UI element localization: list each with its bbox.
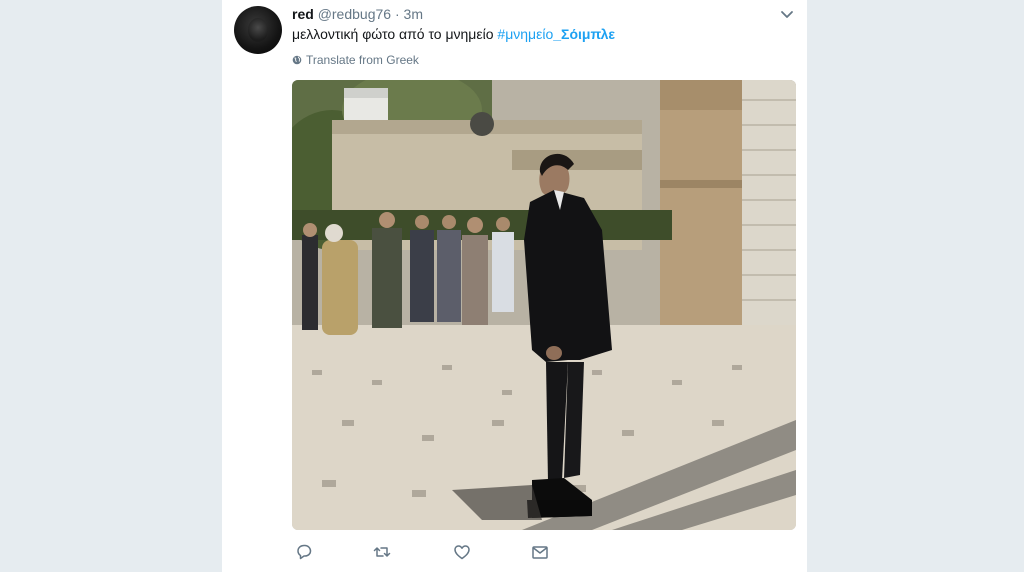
tweet-body: μελλοντική φώτο από το μνημείο xyxy=(292,26,494,42)
reply-icon[interactable] xyxy=(294,542,314,562)
hashtag-link[interactable]: #μνημείο xyxy=(497,26,553,42)
header-separator: · xyxy=(394,6,400,22)
translate-link[interactable]: Translate from Greek xyxy=(292,52,419,68)
tweet-timestamp[interactable]: 3m xyxy=(404,6,423,22)
tweet-text: μελλοντική φώτο από το μνημείο #μνημείο_… xyxy=(292,25,615,43)
chevron-down-icon[interactable] xyxy=(779,6,795,22)
tweet-actions xyxy=(292,542,592,562)
tweet-photo[interactable] xyxy=(292,80,796,530)
translate-label: Translate from Greek xyxy=(306,53,419,67)
retweet-icon[interactable] xyxy=(372,542,392,562)
globe-icon xyxy=(292,53,302,65)
author-handle[interactable]: @redbug76 xyxy=(318,6,391,22)
envelope-icon[interactable] xyxy=(530,542,550,562)
hashtag-link-suffix[interactable]: _Σόιμπλε xyxy=(553,26,615,42)
tweet-card[interactable]: red @redbug76 · 3m μελλοντική φώτο από τ… xyxy=(222,0,807,572)
avatar[interactable] xyxy=(234,6,282,54)
heart-icon[interactable] xyxy=(452,542,472,562)
tweet-header: red @redbug76 · 3m xyxy=(292,5,423,23)
author-name[interactable]: red xyxy=(292,6,314,22)
